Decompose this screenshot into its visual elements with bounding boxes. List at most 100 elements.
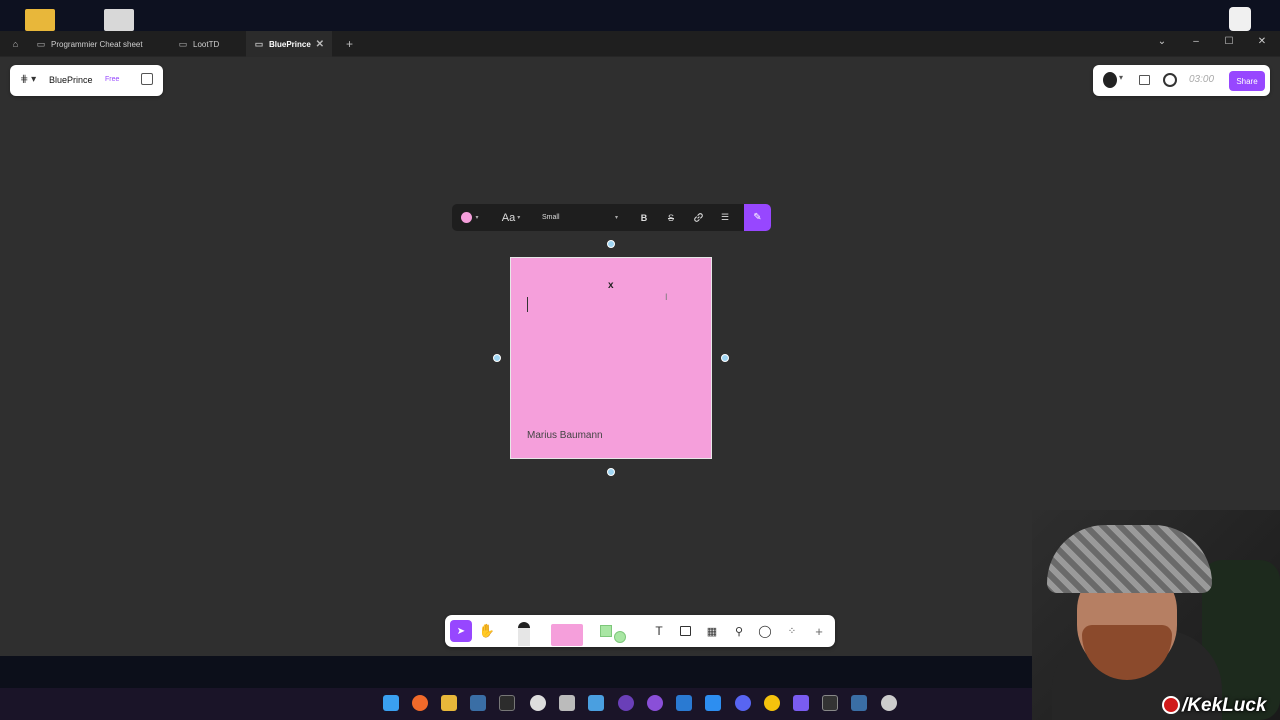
color-swatch <box>461 212 473 223</box>
pages-icon[interactable] <box>141 73 153 85</box>
media-player-icon[interactable] <box>1229 7 1251 31</box>
link-svg <box>693 213 703 222</box>
firefox-icon[interactable] <box>412 695 428 711</box>
sticky-stack-shape <box>551 624 583 646</box>
color-picker-button[interactable]: ▾ <box>458 204 482 231</box>
maximize-button[interactable]: ☐ <box>1222 36 1236 47</box>
discord-icon[interactable] <box>735 695 751 711</box>
figma-icon[interactable] <box>499 695 515 711</box>
share-button[interactable]: Share <box>1229 71 1265 91</box>
selection-handle-top[interactable] <box>607 240 615 248</box>
desktop-icon-strip <box>0 0 1280 32</box>
marker-shape <box>518 622 530 646</box>
trash-icon[interactable] <box>559 695 575 711</box>
header-right-panel: ▾ 03:00 Share <box>1093 65 1270 96</box>
file-panel: ⋕ ▾ BluePrince Free <box>10 65 163 96</box>
figjam-file-icon: ▭ <box>178 38 188 49</box>
close-window-button[interactable]: ✕ <box>1255 36 1269 47</box>
sticky-text[interactable]: x <box>608 280 614 291</box>
settings-app-icon[interactable] <box>104 9 134 31</box>
stamp-tool-icon[interactable]: ⚲ <box>731 615 747 647</box>
figjam-file-icon: ▭ <box>36 38 46 49</box>
table-tool-icon[interactable]: ▦ <box>704 615 720 647</box>
title-bar: ⌂ ▭ Programmier Cheat sheet ▭ LootTD ▭ B… <box>0 31 1280 57</box>
layout-icon[interactable] <box>1139 75 1150 85</box>
vscode-icon[interactable] <box>676 695 692 711</box>
format-toolbar: ▾ Aa ▾ Small ▾ B S ☰ ✎ <box>452 204 771 231</box>
chevron-down-icon[interactable]: ▾ <box>1119 73 1123 82</box>
notepad-icon[interactable] <box>588 695 604 711</box>
github-icon[interactable] <box>647 695 663 711</box>
tab-blueprince[interactable]: ▭ BluePrince ✕ <box>246 31 332 57</box>
comment-tool-icon[interactable]: ◯ <box>757 615 773 647</box>
timer-text[interactable]: 03:00 <box>1189 74 1214 85</box>
strikethrough-label: S <box>667 212 674 223</box>
section-shape <box>679 626 691 636</box>
avatar[interactable] <box>1103 72 1117 88</box>
tab-programmier-cheat-sheet[interactable]: ▭ Programmier Cheat sheet <box>28 31 168 57</box>
section-tool-icon[interactable] <box>677 615 693 647</box>
minimize-button[interactable]: – <box>1189 36 1203 47</box>
folder-icon[interactable] <box>25 9 55 31</box>
figjam-file-icon: ▭ <box>254 38 264 49</box>
settings-icon[interactable] <box>530 695 546 711</box>
mouse-ibeam-cursor: I <box>665 292 668 302</box>
obs-icon[interactable] <box>618 695 634 711</box>
steam-icon[interactable] <box>470 695 486 711</box>
cap-shape <box>1047 525 1212 593</box>
sparkle-pen-icon: ✎ <box>753 212 762 223</box>
chevron-down-icon: ▾ <box>614 215 618 221</box>
webcam-overlay: /KekLuck <box>1032 510 1280 720</box>
home-tab[interactable]: ⌂ <box>4 31 24 57</box>
font-button[interactable]: Aa ▾ <box>497 204 525 231</box>
sticky-note-tool-icon[interactable] <box>549 615 585 647</box>
text-size-select[interactable]: Small ▾ <box>542 204 618 231</box>
close-tab-icon[interactable]: ✕ <box>316 39 324 50</box>
tab-label: BluePrince <box>269 39 311 49</box>
tab-label: Programmier Cheat sheet <box>51 39 143 49</box>
file-name[interactable]: BluePrince <box>49 75 93 85</box>
tab-loottd[interactable]: ▭ LootTD <box>170 31 246 57</box>
selection-handle-right[interactable] <box>721 354 729 362</box>
file-explorer-icon[interactable] <box>441 695 457 711</box>
cursor-icon: ➤ <box>450 620 472 642</box>
channel-logo-icon <box>1162 696 1180 714</box>
more-tools-icon[interactable]: ⁘ <box>784 615 800 647</box>
recording-icon[interactable] <box>881 695 897 711</box>
sourcetree-icon[interactable] <box>705 695 721 711</box>
chevron-down-icon[interactable]: ⌄ <box>1155 36 1169 47</box>
tools-bar: ➤ ✋ T ▦ ⚲ ◯ ⁘ + <box>445 615 835 647</box>
text-cursor <box>527 297 528 312</box>
plus-icon: + <box>346 37 354 51</box>
chevron-down-icon: ▾ <box>517 215 521 221</box>
shape-tool-icon[interactable] <box>597 615 629 647</box>
windows-start-icon[interactable] <box>383 695 399 711</box>
selection-handle-left[interactable] <box>493 354 501 362</box>
chrome-icon[interactable] <box>764 695 780 711</box>
strikethrough-button[interactable]: S <box>664 204 678 231</box>
steam-icon[interactable] <box>851 695 867 711</box>
add-plugin-icon[interactable]: + <box>811 615 827 647</box>
sticky-note[interactable]: x I Marius Baumann <box>510 257 712 459</box>
new-tab-button[interactable]: + <box>338 31 358 57</box>
tab-label: LootTD <box>193 39 220 49</box>
plan-badge[interactable]: Free <box>105 76 119 83</box>
terminal-icon[interactable] <box>822 695 838 711</box>
timer-icon[interactable] <box>1163 73 1177 87</box>
hand-tool-icon[interactable]: ✋ <box>478 615 496 647</box>
sticky-author: Marius Baumann <box>527 430 603 441</box>
bold-label: B <box>640 212 648 223</box>
square-shape <box>600 625 612 637</box>
ai-assist-button[interactable]: ✎ <box>744 204 771 231</box>
font-label: Aa <box>501 211 516 224</box>
bullet-list-icon[interactable]: ☰ <box>717 204 733 231</box>
link-icon[interactable] <box>690 204 706 231</box>
text-size-label: Small <box>542 214 560 221</box>
select-tool[interactable]: ➤ <box>450 615 472 647</box>
selection-handle-bottom[interactable] <box>607 468 615 476</box>
marker-tool-icon[interactable] <box>515 615 533 647</box>
main-menu-button[interactable]: ⋕ ▾ <box>20 74 36 85</box>
bold-button[interactable]: B <box>637 204 651 231</box>
text-tool-icon[interactable]: T <box>651 615 667 647</box>
apps-grid-icon[interactable] <box>793 695 809 711</box>
